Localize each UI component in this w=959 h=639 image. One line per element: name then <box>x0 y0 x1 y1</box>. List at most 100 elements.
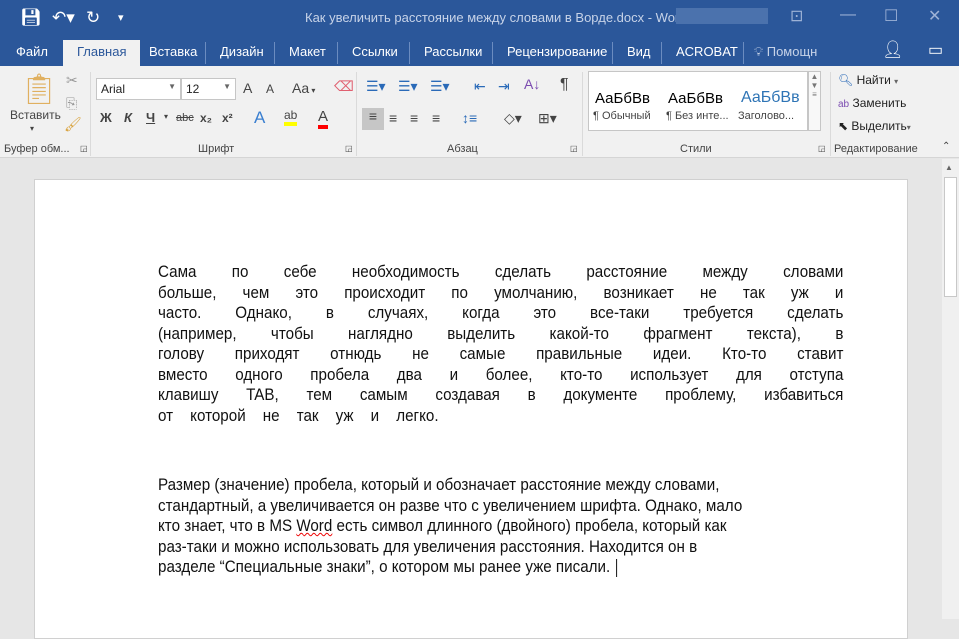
style-no-spacing[interactable]: ¶ Без инте... <box>666 110 729 122</box>
styles-gallery: АаБбВв ¶ Обычный АаБбВв ¶ Без инте... Аа… <box>588 71 808 131</box>
search-icon: 🔍︎ <box>838 73 854 87</box>
style-normal[interactable]: ¶ Обычный <box>593 110 651 122</box>
tab-mailings[interactable]: Рассылки <box>424 44 482 59</box>
clear-formatting-icon[interactable]: ⌫ <box>334 78 354 95</box>
superscript-button[interactable]: x² <box>222 111 233 125</box>
ribbon-tabs: Файл Главная Вставка Дизайн Макет Ссылки… <box>0 36 959 66</box>
text-line: кто знает, что в MS Word есть символ дли… <box>158 517 727 535</box>
ribbon-display-icon[interactable]: ⊡ <box>790 6 803 26</box>
line-spacing-icon[interactable]: ↕≡ <box>462 110 477 126</box>
customize-qat-icon[interactable]: ▾ <box>118 11 124 24</box>
style-no-spacing-preview[interactable]: АаБбВв <box>668 90 723 107</box>
style-normal-preview[interactable]: АаБбВв <box>595 90 650 107</box>
text-line: Размер (значение) пробела, который и обо… <box>158 476 720 494</box>
text-line: больше, чем это происходит по умолчанию,… <box>158 283 844 302</box>
tab-review[interactable]: Рецензирование <box>507 44 607 59</box>
tab-acrobat[interactable]: ACROBAT <box>676 44 738 59</box>
clipboard-group-label: Буфер обм... <box>4 143 70 155</box>
comments-icon[interactable]: ▭ <box>928 40 943 60</box>
highlight-button[interactable]: ab <box>284 108 298 126</box>
font-size-combo[interactable]: 12 ▼ <box>181 78 236 100</box>
scroll-thumb[interactable] <box>944 177 957 297</box>
select-button[interactable]: ⬉ Выделить▾ <box>838 119 911 133</box>
subscript-button[interactable]: x₂ <box>200 111 212 125</box>
close-icon[interactable]: ✕ <box>928 6 941 26</box>
styles-scroll[interactable]: ▲ ▼ ≡ <box>808 71 821 131</box>
collapse-ribbon-icon[interactable]: ⌃ <box>942 141 950 152</box>
tab-file[interactable]: Файл <box>16 44 48 59</box>
format-painter-icon[interactable]: 🖌︎ <box>64 116 82 133</box>
align-right-button[interactable]: ≡ <box>410 110 418 126</box>
tab-view[interactable]: Вид <box>627 44 651 59</box>
undo-icon[interactable]: ↶▾ <box>52 8 75 28</box>
paste-button[interactable]: Вставить <box>10 108 61 122</box>
tab-layout[interactable]: Макет <box>289 44 326 59</box>
paste-dropdown-icon[interactable]: ▾ <box>30 124 34 133</box>
paragraph-group-label: Абзац <box>447 143 478 155</box>
text-line: (например, чтобы наглядно выделить какой… <box>158 324 844 343</box>
account-name-blurred <box>676 8 768 24</box>
sort-icon[interactable]: A↓ <box>524 76 540 92</box>
save-icon[interactable]: 💾︎ <box>20 8 42 28</box>
underline-dropdown-icon[interactable]: ▾ <box>164 112 168 121</box>
text-line: вместо одного пробела два и более, кто-т… <box>158 365 844 384</box>
strikethrough-button[interactable]: abc <box>176 112 194 124</box>
text-line: от которой не так уж и легко. <box>158 406 439 425</box>
scroll-up-icon[interactable]: ▲ <box>945 163 953 172</box>
grow-font-icon[interactable]: A <box>243 80 252 96</box>
redo-icon[interactable]: ↻ <box>86 8 100 28</box>
bullets-icon[interactable]: ☰▾ <box>366 78 386 95</box>
clipboard-launcher-icon[interactable]: ◲ <box>80 144 88 153</box>
minimize-icon[interactable]: — <box>840 6 856 24</box>
style-heading-preview[interactable]: АаБбВв <box>741 89 807 107</box>
tab-home[interactable]: Главная <box>63 40 141 66</box>
lightbulb-icon: 💡︎ <box>754 44 764 59</box>
text-line: разделе “Специальные знаки”, о котором м… <box>158 558 617 577</box>
paragraph-1: Сама по себе необходимость сделать расст… <box>158 262 843 426</box>
borders-icon[interactable]: ⊞▾ <box>538 110 557 127</box>
numbering-icon[interactable]: ☰▾ <box>398 78 418 95</box>
replace-button[interactable]: ab Заменить <box>838 96 906 110</box>
text-line: клавишу TAB, тем самым создавая в докуме… <box>158 386 844 404</box>
style-heading[interactable]: Заголово... <box>738 110 794 122</box>
shrink-font-icon[interactable]: A <box>266 82 274 96</box>
text-effects-button[interactable]: A <box>254 108 265 128</box>
maximize-icon[interactable]: ☐ <box>884 6 898 26</box>
vertical-scrollbar[interactable]: ▲ <box>942 159 959 619</box>
change-case-button[interactable]: Aa ▾ <box>292 80 315 96</box>
font-launcher-icon[interactable]: ◲ <box>345 144 353 153</box>
spelling-error[interactable]: Word <box>296 517 332 535</box>
italic-button[interactable]: К <box>124 110 132 125</box>
tab-insert[interactable]: Вставка <box>149 44 197 59</box>
bold-button[interactable]: Ж <box>100 110 112 125</box>
paragraph-launcher-icon[interactable]: ◲ <box>570 144 578 153</box>
styles-launcher-icon[interactable]: ◲ <box>818 144 826 153</box>
increase-indent-icon[interactable]: ⇥ <box>498 78 510 95</box>
tab-design[interactable]: Дизайн <box>220 44 264 59</box>
align-center-button[interactable]: ≡ <box>389 110 397 126</box>
find-button[interactable]: 🔍︎ Найти ▾ <box>838 73 898 87</box>
window-title: Как увеличить расстояние между словами в… <box>305 10 687 25</box>
shading-icon[interactable]: ◇▾ <box>504 110 522 127</box>
text-line: часто. Однако, в случаях, когда это все-… <box>158 304 844 322</box>
text-cursor <box>615 558 617 577</box>
tab-references[interactable]: Ссылки <box>352 44 398 59</box>
decrease-indent-icon[interactable]: ⇤ <box>474 78 486 95</box>
align-left-button[interactable]: ≡ <box>362 108 384 130</box>
tell-me-search[interactable]: 💡︎ Помощн <box>754 44 817 60</box>
copy-icon[interactable]: ⎘ <box>66 95 77 112</box>
editing-group-label: Редактирование <box>834 143 918 155</box>
title-bar: 💾︎ ↶▾ ↻ ▾ Как увеличить расстояние между… <box>0 0 959 36</box>
font-name-combo[interactable]: Arial ▼ <box>96 78 181 100</box>
show-marks-icon[interactable]: ¶ <box>560 76 569 94</box>
share-icon[interactable]: 👤︎ <box>882 40 904 60</box>
cut-icon[interactable]: ✂ <box>66 72 78 89</box>
text-line: раз-таки и можно использовать для увелич… <box>158 537 698 556</box>
text-line: стандартный, а увеличивается он разве чт… <box>158 496 743 515</box>
justify-button[interactable]: ≡ <box>432 110 440 126</box>
multilevel-list-icon[interactable]: ☰▾ <box>430 78 450 95</box>
replace-icon: ab <box>838 99 850 110</box>
underline-button[interactable]: Ч <box>146 110 155 125</box>
font-color-button[interactable]: A <box>318 108 329 129</box>
paste-icon[interactable]: 📋︎ <box>20 72 58 107</box>
